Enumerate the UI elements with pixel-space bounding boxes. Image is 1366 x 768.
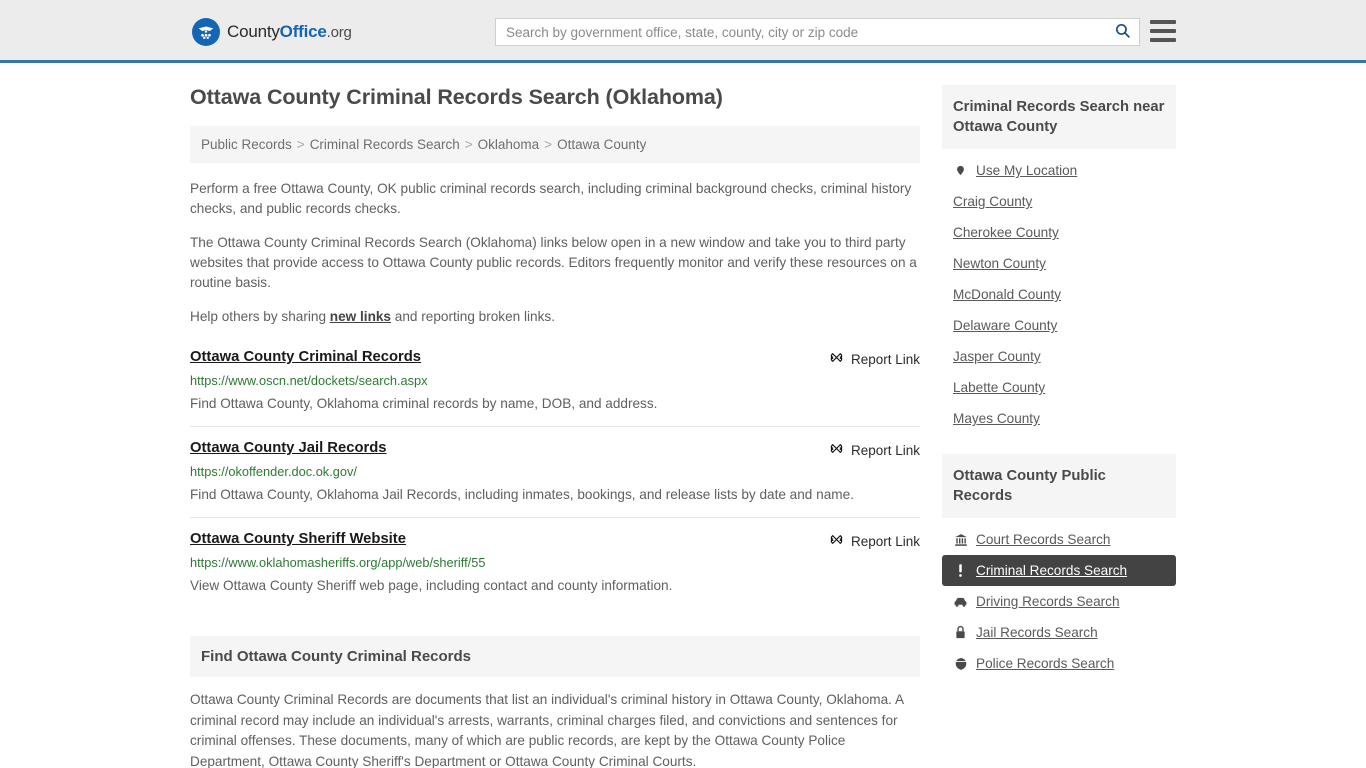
record-link-item: Ottawa County Jail Records Report Link h… (190, 426, 920, 517)
sidebar-item-label[interactable]: Driving Records Search (976, 594, 1120, 609)
intro-paragraph-3: Help others by sharing new links and rep… (190, 307, 920, 327)
search-icon (1114, 22, 1131, 42)
breadcrumb-item-ottawa-county[interactable]: Ottawa County (557, 137, 646, 152)
sidebar-item-label[interactable]: Cherokee County (953, 225, 1059, 240)
sidebar-item-jasper-county[interactable]: Jasper County (942, 341, 1176, 372)
breadcrumb-separator: > (296, 137, 305, 152)
breadcrumb: Public Records > Criminal Records Search > O… (190, 126, 920, 163)
broken-link-icon (829, 350, 844, 368)
sidebar-public-records-list: Court Records Search Criminal Records Se… (942, 518, 1176, 679)
new-links-link[interactable]: new links (330, 309, 391, 324)
sidebar-nearby-list: Use My Location Craig County Cherokee Co… (942, 149, 1176, 434)
record-link-description: View Ottawa County Sheriff web page, inc… (190, 578, 673, 593)
police-badge-icon (953, 656, 968, 671)
hamburger-menu-button[interactable] (1150, 20, 1176, 42)
record-link-url: https://www.oscn.net/dockets/search.aspx (190, 373, 428, 388)
map-pin-icon (953, 163, 968, 178)
main-content: Ottawa County Criminal Records Search (O… (190, 85, 920, 768)
sidebar-item-label[interactable]: Newton County (953, 256, 1046, 271)
sidebar-item-newton-county[interactable]: Newton County (942, 248, 1176, 279)
courthouse-icon (953, 532, 968, 547)
sidebar-item-cherokee-county[interactable]: Cherokee County (942, 217, 1176, 248)
report-link-button[interactable]: Report Link (829, 350, 920, 368)
hamburger-bar (1150, 38, 1176, 42)
sidebar-item-label[interactable]: Use My Location (976, 163, 1077, 178)
intro-paragraph-1: Perform a free Ottawa County, OK public … (190, 181, 912, 216)
intro-paragraph-2: The Ottawa County Criminal Records Searc… (190, 235, 917, 290)
sidebar-item-labette-county[interactable]: Labette County (942, 372, 1176, 403)
sidebar-item-criminal-records-search[interactable]: Criminal Records Search (942, 555, 1176, 586)
search-button[interactable] (1105, 19, 1139, 45)
exclamation-icon (953, 563, 968, 578)
site-header: CountyOffice.org (0, 0, 1366, 63)
page-body: Ottawa County Criminal Records Search (O… (0, 63, 1366, 768)
record-link-title[interactable]: Ottawa County Sheriff Website (190, 531, 406, 547)
sidebar-item-label[interactable]: Mayes County (953, 411, 1040, 426)
record-link-description: Find Ottawa County, Oklahoma Jail Record… (190, 487, 854, 502)
report-link-label: Report Link (850, 442, 920, 458)
breadcrumb-item-criminal-records-search[interactable]: Criminal Records Search (310, 137, 460, 152)
record-link-url: https://www.oklahomasheriffs.org/app/web… (190, 555, 486, 570)
brand-part1: County (227, 22, 280, 41)
lock-icon (953, 625, 968, 640)
sidebar-item-label[interactable]: Craig County (953, 194, 1032, 209)
brand-text: CountyOffice.org (227, 22, 352, 42)
sidebar-item-label[interactable]: Jail Records Search (976, 625, 1098, 640)
record-link-description: Find Ottawa County, Oklahoma criminal re… (190, 396, 658, 411)
breadcrumb-separator: > (464, 137, 473, 152)
sidebar-item-label[interactable]: Delaware County (953, 318, 1057, 333)
share-text-after: and reporting broken links. (391, 309, 555, 324)
sidebar-item-mcdonald-county[interactable]: McDonald County (942, 279, 1176, 310)
eagle-shield-logo-icon (192, 18, 220, 46)
sidebar-item-police-records-search[interactable]: Police Records Search (942, 648, 1176, 679)
report-link-button[interactable]: Report Link (829, 532, 920, 550)
sidebar-item-label[interactable]: McDonald County (953, 287, 1061, 302)
sidebar-item-mayes-county[interactable]: Mayes County (942, 403, 1176, 434)
breadcrumb-item-oklahoma[interactable]: Oklahoma (478, 137, 540, 152)
broken-link-icon (829, 532, 844, 550)
sidebar-nearby-heading: Criminal Records Search near Ottawa Coun… (942, 85, 1176, 149)
record-link-item: Ottawa County Sheriff Website Report Lin… (190, 517, 920, 608)
broken-link-icon (829, 441, 844, 459)
sidebar: Criminal Records Search near Ottawa Coun… (942, 85, 1176, 768)
search-bar[interactable] (495, 18, 1140, 46)
breadcrumb-item-public-records[interactable]: Public Records (201, 137, 292, 152)
record-link-title[interactable]: Ottawa County Jail Records (190, 440, 387, 456)
brand-part2: Office (279, 22, 327, 41)
sidebar-item-use-my-location[interactable]: Use My Location (942, 155, 1176, 186)
sidebar-item-label[interactable]: Labette County (953, 380, 1045, 395)
record-link-title[interactable]: Ottawa County Criminal Records (190, 349, 421, 365)
sidebar-item-label[interactable]: Criminal Records Search (976, 563, 1127, 578)
brand-part3: .org (326, 24, 352, 41)
section-body-text: Ottawa County Criminal Records are docum… (190, 692, 904, 768)
sidebar-item-driving-records-search[interactable]: Driving Records Search (942, 586, 1176, 617)
car-icon (953, 594, 968, 609)
hamburger-bar (1150, 29, 1176, 33)
sidebar-public-records-heading: Ottawa County Public Records (942, 454, 1176, 518)
sidebar-item-court-records-search[interactable]: Court Records Search (942, 524, 1176, 555)
sidebar-item-label[interactable]: Jasper County (953, 349, 1041, 364)
site-logo[interactable]: CountyOffice.org (192, 18, 352, 46)
search-input[interactable] (496, 19, 1105, 45)
sidebar-item-delaware-county[interactable]: Delaware County (942, 310, 1176, 341)
report-link-button[interactable]: Report Link (829, 441, 920, 459)
record-link-url: https://okoffender.doc.ok.gov/ (190, 464, 357, 479)
sidebar-item-label[interactable]: Police Records Search (976, 656, 1114, 671)
report-link-label: Report Link (850, 351, 920, 367)
report-link-label: Report Link (850, 533, 920, 549)
sidebar-public-records-block: Ottawa County Public Records Court Recor… (942, 454, 1176, 679)
sidebar-item-craig-county[interactable]: Craig County (942, 186, 1176, 217)
sidebar-item-label[interactable]: Court Records Search (976, 532, 1110, 547)
share-text-before: Help others by sharing (190, 309, 330, 324)
page-title: Ottawa County Criminal Records Search (O… (190, 85, 723, 109)
hamburger-bar (1150, 20, 1176, 24)
section-heading: Find Ottawa County Criminal Records (190, 636, 920, 677)
sidebar-item-jail-records-search[interactable]: Jail Records Search (942, 617, 1176, 648)
breadcrumb-separator: > (544, 137, 553, 152)
record-link-item: Ottawa County Criminal Records Report Li… (190, 341, 920, 426)
